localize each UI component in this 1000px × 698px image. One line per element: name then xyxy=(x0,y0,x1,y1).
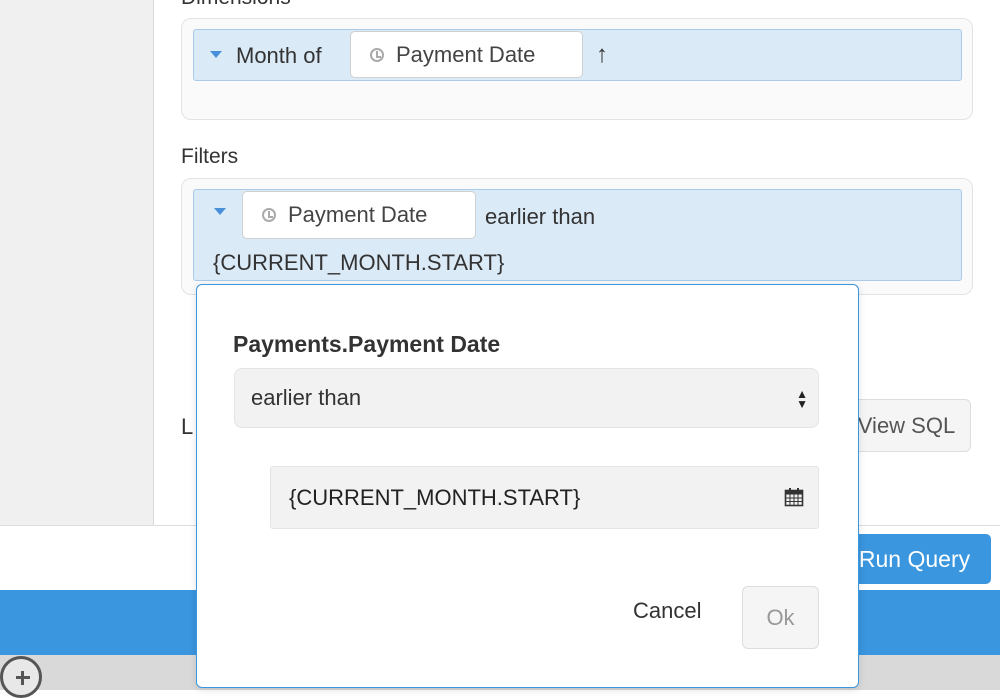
date-value-text: {CURRENT_MONTH.START} xyxy=(289,484,581,510)
operator-select[interactable]: earlier than ▲ ▼ xyxy=(234,368,819,428)
sort-ascending-icon[interactable]: ↑ xyxy=(596,41,608,69)
dimension-field-name: Payment Date xyxy=(396,41,536,67)
dimensions-label: Dimensions xyxy=(181,0,291,10)
ok-button[interactable]: Ok xyxy=(742,586,819,649)
popover-title: Payments.Payment Date xyxy=(233,331,501,357)
cancel-button[interactable]: Cancel xyxy=(633,598,701,624)
clock-icon xyxy=(262,208,276,222)
dimension-field-chip[interactable]: Payment Date xyxy=(350,31,583,78)
filter-field-name: Payment Date xyxy=(288,202,428,227)
dimension-pill[interactable]: Month of Payment Date ↑ xyxy=(193,29,962,81)
filter-pill[interactable]: Payment Date earlier than {CURRENT_MONTH… xyxy=(193,189,962,281)
filter-field-chip[interactable]: Payment Date xyxy=(242,191,476,239)
select-arrows-icon: ▲ ▼ xyxy=(796,387,808,411)
operator-select-value: earlier than xyxy=(251,385,362,410)
dimension-prefix: Month of xyxy=(236,43,322,68)
filters-label: Filters xyxy=(181,145,239,168)
left-panel xyxy=(0,0,154,525)
caret-down-icon[interactable] xyxy=(214,208,226,215)
limit-label: L xyxy=(181,414,194,439)
calendar-icon[interactable] xyxy=(784,487,804,507)
filter-operator: earlier than xyxy=(485,204,596,229)
caret-down-icon[interactable] xyxy=(210,51,222,58)
clock-icon xyxy=(370,47,384,62)
add-circle-icon[interactable] xyxy=(0,656,42,698)
filter-editor-popover: Payments.Payment Date earlier than ▲ ▼ {C… xyxy=(196,284,859,688)
date-value-input[interactable]: {CURRENT_MONTH.START} xyxy=(270,466,819,529)
filter-value: {CURRENT_MONTH.START} xyxy=(213,250,505,275)
